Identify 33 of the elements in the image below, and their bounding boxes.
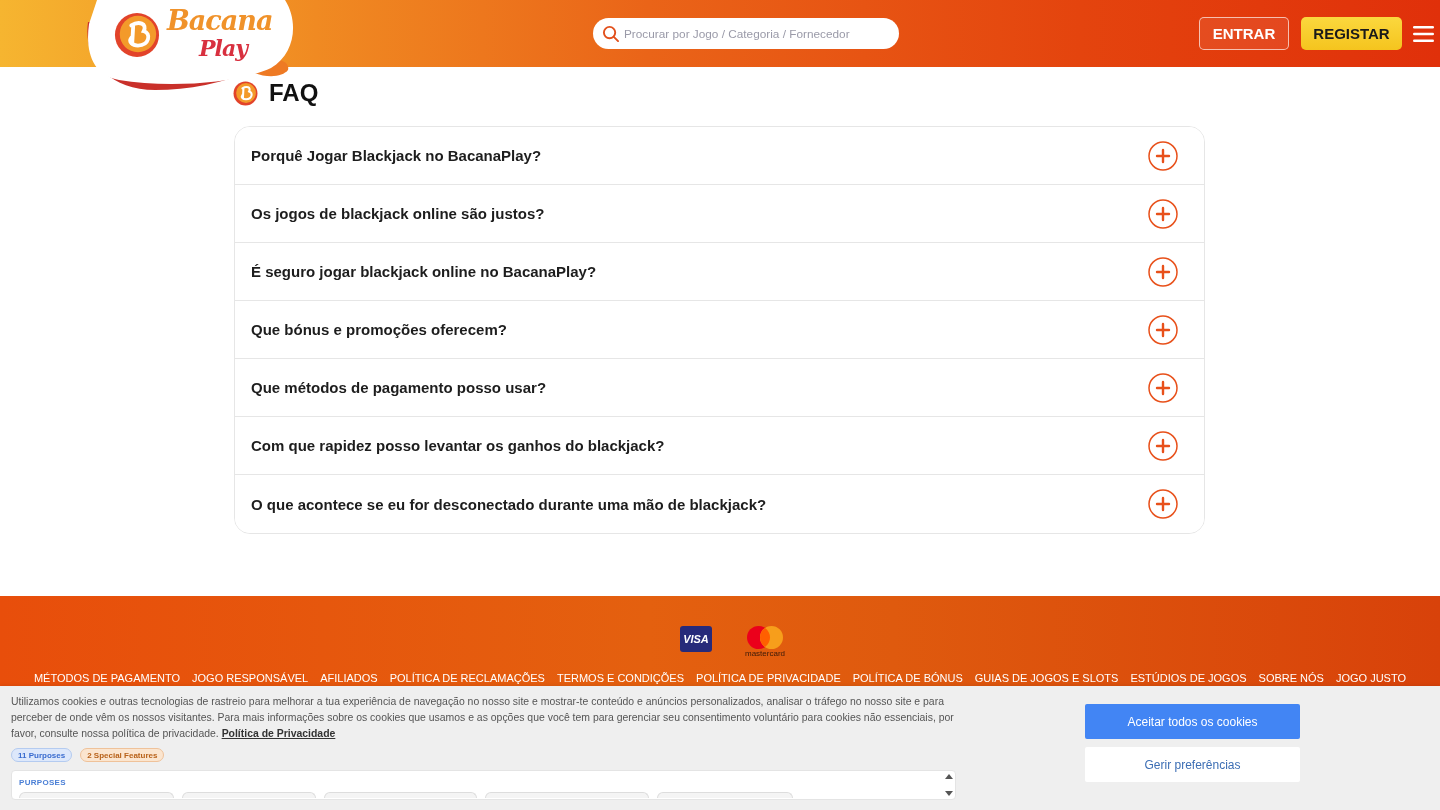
footer-link[interactable]: ESTÚDIOS DE JOGOS — [1130, 672, 1247, 685]
search-field[interactable]: Procurar por Jogo / Categoria / Fornecedor — [593, 18, 899, 49]
faq-heading: FAQ — [269, 79, 319, 107]
overlapping-circles-icon — [747, 626, 783, 649]
footer-link[interactable]: AFILIADOS — [320, 672, 378, 685]
logo-mark-icon — [233, 80, 258, 106]
special-features-badge: 2 Special Features — [80, 748, 165, 762]
logo-text: Play — [199, 34, 247, 62]
register-button[interactable]: REGISTAR — [1301, 17, 1402, 50]
manage-preferences-button[interactable]: Gerir preferências — [1085, 747, 1300, 782]
search-icon — [602, 25, 619, 42]
visa-logo: VISA — [680, 626, 712, 652]
menu-icon[interactable] — [1413, 25, 1434, 42]
scroll-arrows-icon[interactable] — [945, 774, 953, 796]
footer-link[interactable]: SOBRE NÓS — [1258, 672, 1324, 685]
purposes-badge: 11 Purposes — [11, 748, 73, 762]
logo-text: Bacana — [167, 5, 273, 37]
logo-mark-icon[interactable] — [114, 12, 160, 58]
section-heading: PURPOSES — [19, 778, 67, 788]
footer-link[interactable]: POLÍTICA DE PRIVACIDADE — [696, 672, 841, 685]
mastercard-label: mastercard — [745, 649, 785, 658]
accept-cookies-button[interactable]: Aceitar todos os cookies — [1085, 704, 1300, 739]
footer-link[interactable]: GUIAS DE JOGOS E SLOTS — [974, 672, 1119, 685]
footer-link[interactable]: POLÍTICA DE BÓNUS — [852, 672, 963, 685]
privacy-policy-link[interactable]: Política de Privacidade — [221, 728, 336, 739]
footer-link[interactable]: JOGO RESPONSÁVEL — [192, 672, 309, 685]
footer-link[interactable]: MÉTODOS DE PAGAMENTO — [33, 672, 181, 685]
footer-link[interactable]: TERMOS E CONDIÇÕES — [556, 672, 685, 685]
cookie-notice-text: Utilizamos cookies e outras tecnologias de rastreio para melhorar a tua experiência de navegação no nosso site e mostrar-te conteúdo e anúncios personalizados, analisar o tráfego no nosso site e para perceber de onde vêm os nossos visitantes. Para mais informações sobre os cookies que usamos e as opções que você tem para gerenciar seu consentimento voluntário para cookies não essenciais, por favor, consulte nossa política de privacidade. Política de Privacidade — [11, 695, 955, 741]
faq-question[interactable]: Porquê Jogar Blackjack no BacanaPlay? — [235, 127, 1204, 185]
footer-link[interactable]: JOGO JUSTO — [1335, 672, 1407, 685]
footer-link[interactable]: POLÍTICA DE RECLAMAÇÕES — [389, 672, 545, 685]
login-button[interactable]: ENTRAR — [1199, 17, 1289, 50]
